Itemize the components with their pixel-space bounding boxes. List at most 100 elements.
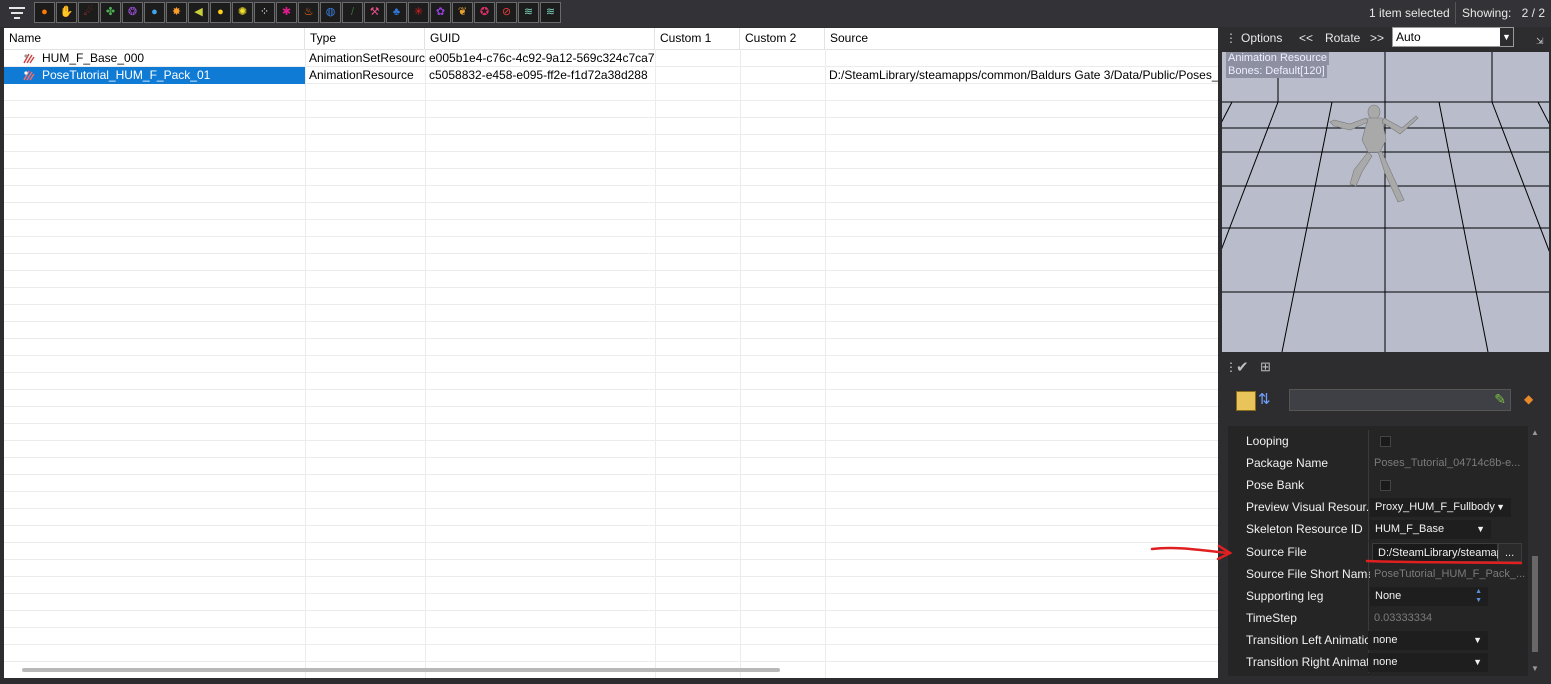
preview-toolbar: ⋮ Options << Rotate >> Auto ▼ ⇲	[1220, 27, 1551, 50]
chevron-down-icon: ▼	[1500, 28, 1513, 46]
row-guid: e005b1e4-c76c-4c92-9a12-569c324c7ca7	[429, 51, 655, 65]
transition-right-select[interactable]: none ▼	[1368, 653, 1488, 672]
showing-value: 2 / 2	[1521, 6, 1545, 20]
row-custom2	[740, 50, 825, 67]
bandage-icon[interactable]: ⊘	[496, 2, 517, 23]
property-label: Transition Right Animat...	[1246, 655, 1370, 669]
property-label: Supporting leg	[1246, 589, 1324, 603]
panel-menu-icon[interactable]: ⇲	[1536, 36, 1544, 47]
check-icon[interactable]: ✔	[1236, 358, 1249, 376]
viewport-bones-label: Bones: Default[120]	[1226, 65, 1327, 78]
options-button[interactable]: Options	[1241, 31, 1282, 45]
looping-checkbox[interactable]	[1380, 436, 1391, 447]
hand-wave-icon[interactable]: ≋	[518, 2, 539, 23]
selection-count: 1 item selected	[1369, 6, 1450, 20]
combo-value: none	[1373, 634, 1398, 646]
edit-icon[interactable]: ✎	[1494, 391, 1506, 408]
scroll-up-icon[interactable]: ▲	[1531, 428, 1539, 437]
property-row[interactable]: Supporting leg None ▲ ▼	[1228, 585, 1528, 607]
supporting-leg-spinner[interactable]: None ▲ ▼	[1370, 587, 1488, 606]
spin-value: None	[1375, 590, 1402, 602]
hand-icon[interactable]: ✋	[56, 2, 77, 23]
property-row[interactable]: Looping	[1228, 430, 1528, 452]
browse-button[interactable]: ...	[1498, 543, 1522, 562]
rune-icon[interactable]: ✪	[474, 2, 495, 23]
property-row[interactable]: TimeStep 0.03333334	[1228, 607, 1528, 629]
globe-icon[interactable]: ●	[144, 2, 165, 23]
hand-wave-2-icon[interactable]: ≋	[540, 2, 561, 23]
lock-icon[interactable]: ⊞	[1260, 359, 1271, 375]
sun-icon[interactable]: ✺	[232, 2, 253, 23]
star-burst-icon[interactable]: ✳	[408, 2, 429, 23]
property-row[interactable]: Transition Right Animat... none ▼	[1228, 651, 1528, 673]
transition-left-select[interactable]: none ▼	[1368, 631, 1488, 650]
row-guid: c5058832-e458-e095-ff2e-f1d72a38d288	[429, 68, 648, 82]
horizontal-scrollbar[interactable]	[22, 668, 780, 672]
property-row[interactable]: Pose Bank	[1228, 474, 1528, 496]
spark-icon[interactable]: ✱	[276, 2, 297, 23]
column-header-source[interactable]: Source	[825, 28, 1218, 49]
timestep-value: 0.03333334	[1374, 612, 1433, 624]
preview-mode-select[interactable]: Auto ▼	[1392, 27, 1514, 47]
diamond-icon[interactable]: ◆	[1524, 392, 1533, 406]
property-vertical-scrollbar[interactable]: ▲ ▼	[1530, 426, 1542, 676]
dots-icon[interactable]: ⁘	[254, 2, 275, 23]
grid-header: Name Type GUID Custom 1 Custom 2 Source	[4, 28, 1218, 50]
leaf-icon[interactable]: ✤	[100, 2, 121, 23]
property-grid: Looping Package Name Poses_Tutorial_0471…	[1228, 426, 1528, 676]
scroll-thumb[interactable]	[1532, 556, 1538, 652]
feather-icon[interactable]: /	[342, 2, 363, 23]
sort-icon[interactable]: ⇅	[1258, 390, 1271, 408]
chevron-down-icon: ▼	[1473, 657, 1482, 667]
property-search-input[interactable]: ✎	[1289, 389, 1511, 411]
lightbulb-icon[interactable]: ●	[210, 2, 231, 23]
fire-icon[interactable]: ♨	[298, 2, 319, 23]
property-label: Skeleton Resource ID	[1246, 522, 1363, 536]
table-row[interactable]: HUM_F_Base_000 AnimationSetResource e005…	[4, 50, 1218, 67]
claw-icon[interactable]: ☄	[78, 2, 99, 23]
preview-visual-select[interactable]: Proxy_HUM_F_Fullbody ▼	[1370, 498, 1511, 517]
category-filter-bar: ● ✋ ☄ ✤ ❂ ● ✸ ◀ ● ✺ ⁘ ✱ ♨ ◍ / ⚒ ♣ ✳ ✿ ❦ ✪ ⊘ ≋ ≋	[34, 2, 561, 24]
orb-icon[interactable]: ◍	[320, 2, 341, 23]
column-header-custom1[interactable]: Custom 1	[655, 28, 740, 49]
filter-icon[interactable]	[6, 4, 28, 22]
chevron-down-icon: ▼	[1473, 635, 1482, 645]
column-header-type[interactable]: Type	[305, 28, 425, 49]
skeleton-resource-select[interactable]: HUM_F_Base ▼	[1370, 520, 1491, 539]
property-row[interactable]: Preview Visual Resour... Proxy_HUM_F_Ful…	[1228, 496, 1528, 518]
row-custom1	[655, 67, 740, 84]
row-custom2	[740, 67, 825, 84]
pose-bank-checkbox[interactable]	[1380, 480, 1391, 491]
property-row[interactable]: Skeleton Resource ID HUM_F_Base ▼	[1228, 518, 1528, 540]
gear-icon[interactable]: ✿	[430, 2, 451, 23]
property-row[interactable]: Package Name Poses_Tutorial_04714c8b-e..…	[1228, 452, 1528, 474]
paw-icon[interactable]: ❦	[452, 2, 473, 23]
column-header-name[interactable]: Name	[4, 28, 305, 49]
categorized-view-icon[interactable]	[1236, 391, 1256, 411]
tree-icon[interactable]: ♣	[386, 2, 407, 23]
rotate-button[interactable]: Rotate	[1325, 31, 1360, 45]
property-row[interactable]: Transition Left Animatio... none ▼	[1228, 629, 1528, 651]
property-row[interactable]: Source File D:/SteamLibrary/steamap ...	[1228, 541, 1528, 563]
creature-icon[interactable]: ●	[34, 2, 55, 23]
chevron-down-icon: ▼	[1476, 524, 1485, 534]
prev-button[interactable]: <<	[1299, 31, 1313, 45]
next-button[interactable]: >>	[1370, 31, 1384, 45]
source-file-input[interactable]: D:/SteamLibrary/steamap	[1372, 543, 1503, 562]
column-header-custom2[interactable]: Custom 2	[740, 28, 825, 49]
column-header-guid[interactable]: GUID	[425, 28, 655, 49]
bone-icon[interactable]: ⚒	[364, 2, 385, 23]
spin-arrows-icon[interactable]: ▲ ▼	[1475, 587, 1482, 605]
scroll-down-icon[interactable]: ▼	[1531, 664, 1539, 673]
source-file-value: D:/SteamLibrary/steamap	[1378, 547, 1503, 559]
3d-preview-viewport[interactable]: Animation Resource Bones: Default[120]	[1222, 52, 1549, 352]
row-source: D:/SteamLibrary/steamapps/common/Baldurs…	[829, 68, 1218, 82]
burst-icon[interactable]: ✸	[166, 2, 187, 23]
property-row[interactable]: Source File Short Name PoseTutorial_HUM_…	[1228, 563, 1528, 585]
resource-grid[interactable]: Name Type GUID Custom 1 Custom 2 Source …	[4, 28, 1218, 678]
bubble-icon[interactable]: ❂	[122, 2, 143, 23]
table-row-selected[interactable]: PoseTutorial_HUM_F_Pack_01 AnimationReso…	[4, 67, 1218, 84]
speaker-icon[interactable]: ◀	[188, 2, 209, 23]
package-name-value: Poses_Tutorial_04714c8b-e...	[1374, 457, 1521, 469]
property-label: Source File Short Name	[1246, 567, 1370, 581]
